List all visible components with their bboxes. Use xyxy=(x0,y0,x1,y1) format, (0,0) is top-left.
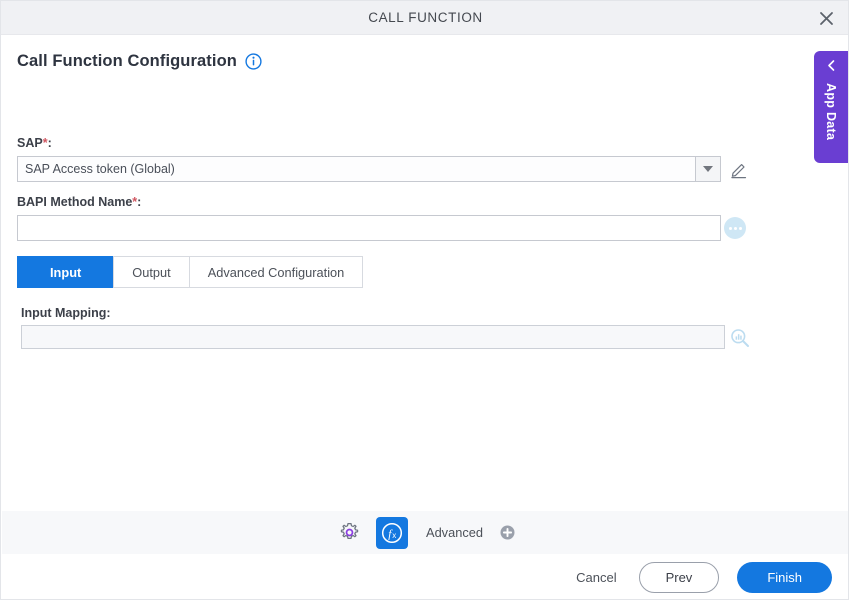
prev-button[interactable]: Prev xyxy=(638,562,720,593)
page-title-row: Call Function Configuration xyxy=(17,52,262,71)
chevron-down-glyph xyxy=(703,166,713,172)
fx-icon[interactable]: f x xyxy=(376,516,409,549)
dialog-body: Call Function Configuration SAP*: SAP Ac… xyxy=(1,36,848,511)
tab-advanced-configuration[interactable]: Advanced Configuration xyxy=(188,256,364,288)
close-icon[interactable] xyxy=(812,5,840,31)
dialog-footer: Cancel Prev Finish xyxy=(1,555,848,599)
info-icon[interactable] xyxy=(245,53,262,70)
advanced-label: Advanced xyxy=(426,525,483,540)
chevron-down-icon[interactable] xyxy=(695,157,720,181)
ellipsis-dot xyxy=(728,226,732,230)
bapi-label-text: BAPI Method Name xyxy=(17,195,133,209)
sap-field-label: SAP*: xyxy=(17,136,52,150)
app-data-panel-toggle[interactable]: App Data xyxy=(814,51,848,163)
tab-input[interactable]: Input xyxy=(17,256,114,288)
tab-output[interactable]: Output xyxy=(113,256,189,288)
advanced-toolbar: f x Advanced xyxy=(2,511,848,554)
input-mapping-label: Input Mapping: xyxy=(21,306,111,320)
chevron-left-icon xyxy=(825,59,838,77)
dialog-title: CALL FUNCTION xyxy=(368,10,483,25)
input-mapping-input[interactable] xyxy=(21,325,725,349)
plus-circle-icon[interactable] xyxy=(500,525,515,540)
app-data-label: App Data xyxy=(824,83,838,141)
cancel-button[interactable]: Cancel xyxy=(572,564,620,591)
dialog-titlebar: CALL FUNCTION xyxy=(1,1,848,35)
page-title: Call Function Configuration xyxy=(17,52,237,70)
sap-label-colon: : xyxy=(47,136,52,150)
bapi-label-colon: : xyxy=(137,195,142,209)
gear-icon[interactable] xyxy=(336,520,362,546)
ellipsis-dot xyxy=(733,226,737,230)
sap-select-value: SAP Access token (Global) xyxy=(25,162,175,176)
svg-text:x: x xyxy=(392,531,396,540)
finish-button[interactable]: Finish xyxy=(737,562,832,593)
pencil-icon[interactable] xyxy=(729,159,749,179)
sap-select[interactable]: SAP Access token (Global) xyxy=(17,156,721,182)
search-data-icon[interactable] xyxy=(730,328,750,348)
bapi-method-name-input[interactable] xyxy=(17,215,721,241)
call-function-dialog: CALL FUNCTION Call Function Configuratio… xyxy=(0,0,849,600)
bapi-field-label: BAPI Method Name*: xyxy=(17,195,141,209)
config-tabs: Input Output Advanced Configuration xyxy=(17,256,364,288)
sap-label-text: SAP xyxy=(17,136,43,150)
ellipsis-dot xyxy=(738,226,742,230)
ellipsis-icon[interactable] xyxy=(724,217,746,239)
